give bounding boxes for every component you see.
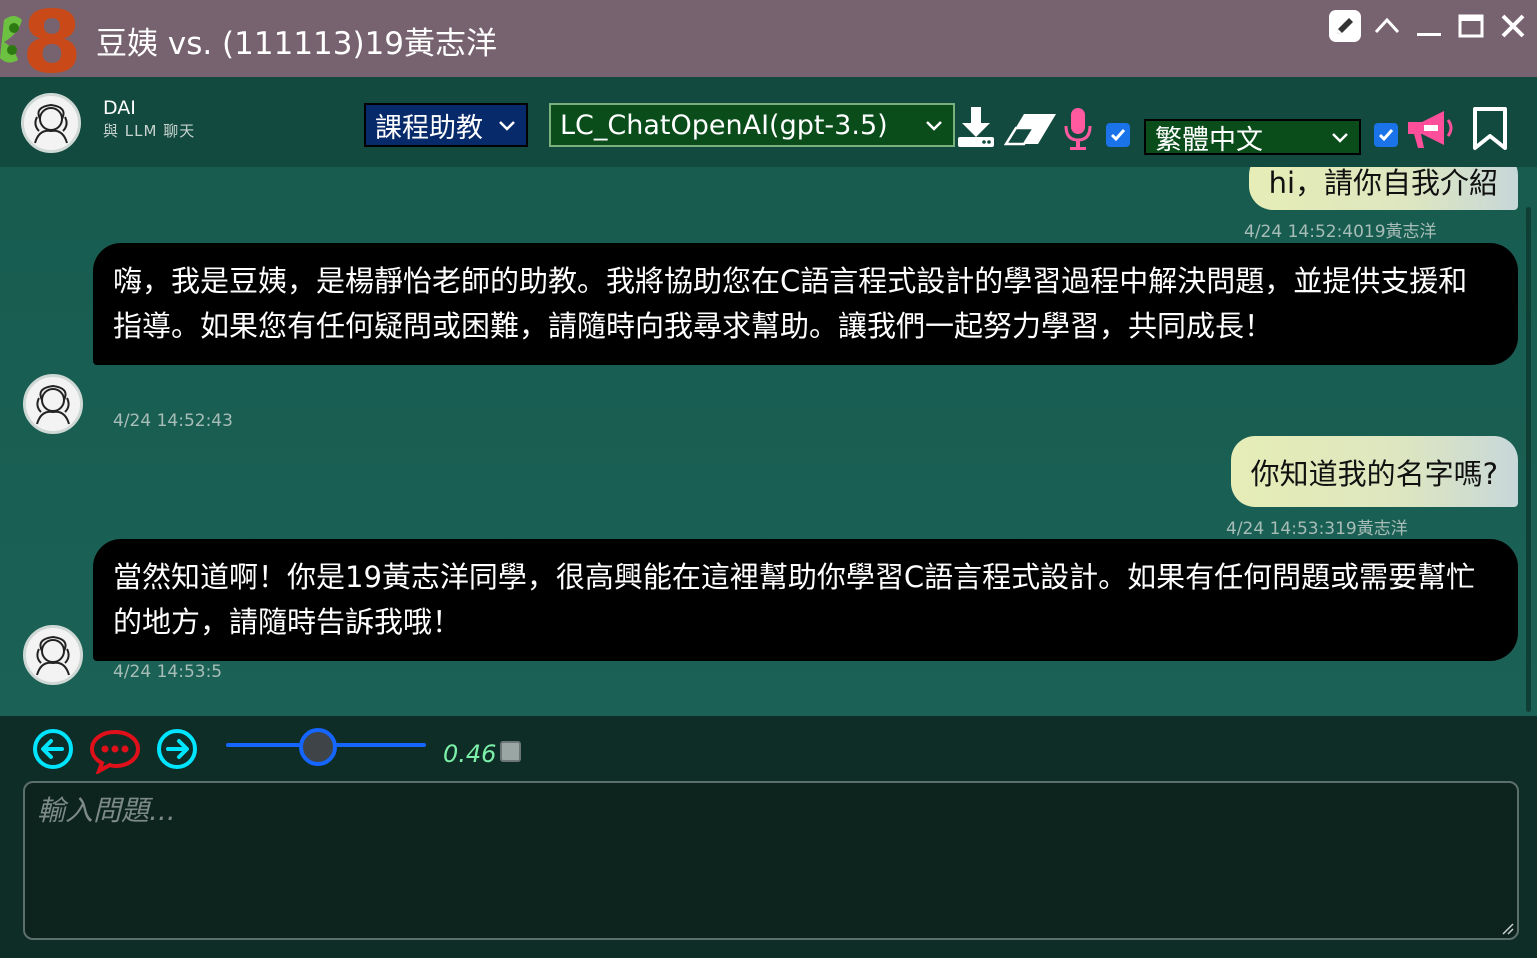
question-input[interactable] [37,789,1505,932]
model-select-value: LC_ChatOpenAI(gpt-3.5) [560,109,888,141]
speak-button[interactable] [1404,108,1456,152]
bot-message-text: 嗨，我是豆姨，是楊靜怡老師的助教。我將協助您在C語言程式設計的學習過程中解決問題… [113,264,1468,343]
bookmark-button[interactable] [1471,106,1509,152]
chevron-down-icon [499,121,515,131]
title-bar: 8 豆姨 vs. (111113)19黃志洋 [0,0,1537,77]
bot-message: 當然知道啊！你是19黃志洋同學，很高興能在這裡幫助你學習C語言程式設計。如果有任… [93,539,1518,661]
minimize-icon [1417,33,1441,36]
chevron-down-icon [926,121,942,131]
edit-button[interactable] [1329,10,1361,42]
question-input-container [23,781,1519,940]
check-icon [1378,129,1394,142]
user-message: hi，請你自我介紹 [1248,167,1518,210]
chat-area[interactable]: hi，請你自我介紹 4/24 14:52:4019黃志洋 嗨，我是豆姨，是楊靜怡… [0,167,1537,716]
collapse-button[interactable] [1371,8,1403,44]
message-timestamp: 4/24 14:52:43 [113,411,233,431]
chevron-down-icon [1332,133,1348,143]
role-select-value: 課程助教 [375,112,483,144]
user-message-text: 你知道我的名字嗎? [1250,456,1498,491]
app-logo: 8 [0,0,82,77]
download-button[interactable] [955,104,997,150]
download-icon [958,107,994,147]
resize-handle-icon[interactable] [1500,921,1514,935]
clear-button[interactable] [1004,110,1058,148]
bot-subtitle: 與 LLM 聊天 [103,122,196,140]
user-message: 你知道我的名字嗎? [1230,436,1518,507]
user-message-text: hi，請你自我介紹 [1268,167,1498,200]
temperature-value: 0.46 [443,740,497,768]
minimize-button[interactable] [1413,8,1445,44]
message-timestamp: 4/24 14:52:4019黃志洋 [1244,222,1437,242]
arrow-right-icon[interactable] [155,727,199,771]
avatar-icon [34,103,68,144]
close-icon [1501,14,1525,38]
eraser-icon [1004,114,1056,146]
bot-avatar [21,93,81,153]
bot-message: 嗨，我是豆姨，是楊靜怡老師的助教。我將協助您在C語言程式設計的學習過程中解決問題… [93,243,1518,365]
chevron-up-icon [1374,17,1400,34]
bot-avatar [23,374,83,434]
bot-name: DAI [103,97,136,119]
temperature-slider-thumb[interactable] [299,728,337,766]
check-icon [1110,129,1126,142]
pencil-icon [1337,18,1353,34]
chat-scrollbar[interactable] [1526,207,1531,712]
option-checkbox[interactable] [500,741,521,762]
role-select[interactable]: 課程助教 [364,103,528,147]
megaphone-icon [1408,111,1453,148]
maximize-button[interactable] [1455,8,1487,44]
bot-avatar [23,625,83,685]
voice-input-button[interactable] [1062,106,1094,152]
bot-message-text: 當然知道啊！你是19黃志洋同學，很高興能在這裡幫助你學習C語言程式設計。如果有任… [113,560,1476,639]
message-timestamp: 4/24 14:53:319黃志洋 [1226,519,1408,539]
chat-bubble-icon[interactable] [89,728,141,774]
maximize-icon [1458,14,1484,38]
input-panel: 0.46 [0,716,1537,958]
window-title: 豆姨 vs. (111113)19黃志洋 [96,26,498,62]
avatar-icon [36,384,70,425]
svg-text:8: 8 [22,0,82,77]
microphone-icon [1064,108,1092,150]
model-select[interactable]: LC_ChatOpenAI(gpt-3.5) [549,103,955,147]
close-button[interactable] [1497,8,1529,44]
voice-checkbox[interactable] [1106,123,1130,147]
avatar-icon [36,635,70,676]
message-timestamp: 4/24 14:53:5 [113,662,223,682]
language-select[interactable]: 繁體中文 [1144,119,1361,156]
speak-checkbox[interactable] [1374,123,1398,147]
language-select-value: 繁體中文 [1155,124,1263,156]
arrow-left-icon[interactable] [31,727,75,771]
bookmark-icon [1473,107,1507,150]
